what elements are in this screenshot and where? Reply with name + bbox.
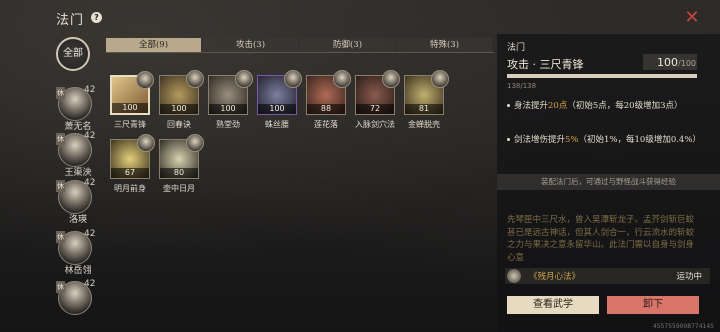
tab-defense[interactable]: 防御(3) xyxy=(300,38,395,52)
character-slot-4[interactable]: 休 42 林岳翎 xyxy=(56,229,98,276)
item-name: 三尺青锋 xyxy=(114,120,146,129)
item-card[interactable]: 81 金蝉脱壳 xyxy=(404,70,449,130)
effect-line-1: 身法提升20点（初始5点，每20级增加3点） xyxy=(507,100,702,112)
item-value: 67 xyxy=(111,168,149,178)
character-avatar-icon xyxy=(137,134,155,152)
tab-attack[interactable]: 攻击(3) xyxy=(203,38,298,52)
progress-text: 138/138 xyxy=(507,82,537,90)
item-value: 100 xyxy=(160,104,198,114)
character-name: 林岳翎 xyxy=(64,266,92,276)
item-name: 蛛丝腰 xyxy=(265,120,289,129)
item-icon: 100 xyxy=(257,70,302,115)
all-characters-button[interactable]: 全部 xyxy=(56,37,90,71)
item-icon: 81 xyxy=(404,70,449,115)
item-icon: 100 xyxy=(110,71,154,115)
character-avatar-icon xyxy=(186,134,204,152)
effect-note: （初始5点，每20级增加3点） xyxy=(567,101,683,111)
character-avatar-icon xyxy=(431,70,449,88)
status-badge: 休 xyxy=(56,281,65,293)
detail-panel: 法门 攻击 · 三尺青锋 100/100 138/138 身法提升20点（初始5… xyxy=(497,34,720,332)
score-value: 100 xyxy=(657,56,679,69)
character-slot-1[interactable]: 休 42 萧无名 xyxy=(56,85,98,132)
bullet-icon xyxy=(507,138,510,141)
item-value: 100 xyxy=(209,104,247,114)
skill-name: 攻击 · 三尺青锋 xyxy=(507,58,584,71)
progress-bar xyxy=(507,74,697,78)
character-avatar-icon xyxy=(235,70,253,88)
item-icon: 80 xyxy=(159,134,204,179)
item-icon: 100 xyxy=(208,70,253,115)
status-badge: 休 xyxy=(56,180,65,192)
item-card[interactable]: 100 三尺青锋 xyxy=(110,71,154,130)
status-badge: 休 xyxy=(56,87,65,99)
status-badge: 休 xyxy=(56,231,65,243)
item-card[interactable]: 72 入脉剑穴法 xyxy=(355,70,400,130)
item-name: 明月前身 xyxy=(114,184,146,193)
item-name: 熟堂劲 xyxy=(216,120,240,129)
item-icon: 72 xyxy=(355,70,400,115)
item-name: 入脉剑穴法 xyxy=(355,120,395,129)
character-avatar-icon xyxy=(382,70,400,88)
character-avatar-icon xyxy=(333,70,351,88)
item-card[interactable]: 100 回春诀 xyxy=(159,70,204,130)
character-avatar-icon xyxy=(284,70,302,88)
item-value: 81 xyxy=(405,104,443,114)
level-label: 42 xyxy=(84,229,96,239)
character-avatar-icon xyxy=(186,70,204,88)
effect-value: 5% xyxy=(565,135,579,145)
level-label: 42 xyxy=(84,131,96,141)
hint-bar: 装配法门后，可通过与野怪战斗获得经验 xyxy=(497,174,720,190)
user-id: 4557559008774145 xyxy=(652,323,714,330)
bullet-icon xyxy=(507,104,510,107)
character-name: 王渠泱 xyxy=(64,168,92,178)
effect-line-2: 剑法增伤提升5%（初始1%，每10级增加0.4%） xyxy=(507,134,702,146)
tab-all[interactable]: 全部(9) xyxy=(106,38,201,52)
level-label: 42 xyxy=(84,279,96,289)
item-name: 壶中日月 xyxy=(163,184,195,193)
character-avatar-icon xyxy=(136,71,154,89)
item-icon: 88 xyxy=(306,70,351,115)
heart-method-row[interactable]: 《残月心法》 运功中 xyxy=(505,268,710,284)
item-card[interactable]: 100 熟堂劲 xyxy=(208,70,253,130)
item-name: 回春诀 xyxy=(167,120,191,129)
score-max: /100 xyxy=(678,59,696,68)
item-value: 100 xyxy=(258,104,296,114)
unequip-button[interactable]: 卸下 xyxy=(607,296,699,314)
character-slot-3[interactable]: 休 42 洛瑛 xyxy=(56,178,98,225)
item-value: 88 xyxy=(307,104,345,114)
effect-text: 剑法增伤提升 xyxy=(514,135,566,145)
effect-note: （初始1%，每10级增加0.4%） xyxy=(578,135,701,145)
view-martial-art-button[interactable]: 查看武学 xyxy=(507,296,599,314)
skill-description: 先琴匣中三尺水，曾入吴潭斩龙子。孟芥剑斩巨蛟甚已是远古神话，但其人剑合一，行云流… xyxy=(507,215,695,263)
category-tabs: 全部(9) 攻击(3) 防御(3) 特殊(3) xyxy=(106,38,494,53)
level-label: 42 xyxy=(84,85,96,95)
item-card[interactable]: 88 莲花落 xyxy=(306,70,351,130)
close-icon[interactable]: ✕ xyxy=(683,9,701,27)
effect-text: 身法提升 xyxy=(514,101,549,111)
effect-value: 20点 xyxy=(548,101,568,111)
character-slot-2[interactable]: 休 42 王渠泱 xyxy=(56,131,98,178)
skill-score: 100/100 xyxy=(657,56,696,69)
item-value: 100 xyxy=(112,103,148,113)
item-name: 莲花落 xyxy=(314,120,338,129)
item-value: 80 xyxy=(160,168,198,178)
character-slot-5[interactable]: 休 42 xyxy=(56,279,98,315)
avatar xyxy=(507,269,521,283)
item-card[interactable]: 67 明月前身 xyxy=(110,134,155,194)
character-name: 洛瑛 xyxy=(68,215,87,225)
item-card[interactable]: 80 壶中日月 xyxy=(159,134,204,194)
status-badge: 休 xyxy=(56,133,65,145)
help-icon[interactable]: ? xyxy=(91,12,102,23)
heart-method-status: 运功中 xyxy=(676,272,702,282)
heart-method-name: 《残月心法》 xyxy=(529,272,581,282)
tab-special[interactable]: 特殊(3) xyxy=(397,38,492,52)
item-value: 72 xyxy=(356,104,394,114)
item-icon: 67 xyxy=(110,134,155,179)
item-card[interactable]: 100 蛛丝腰 xyxy=(257,70,302,130)
page-title: 法门 xyxy=(56,13,85,28)
item-icon: 100 xyxy=(159,70,204,115)
panel-header: 法门 xyxy=(507,43,526,53)
level-label: 42 xyxy=(84,178,96,188)
item-name: 金蝉脱壳 xyxy=(408,120,440,129)
